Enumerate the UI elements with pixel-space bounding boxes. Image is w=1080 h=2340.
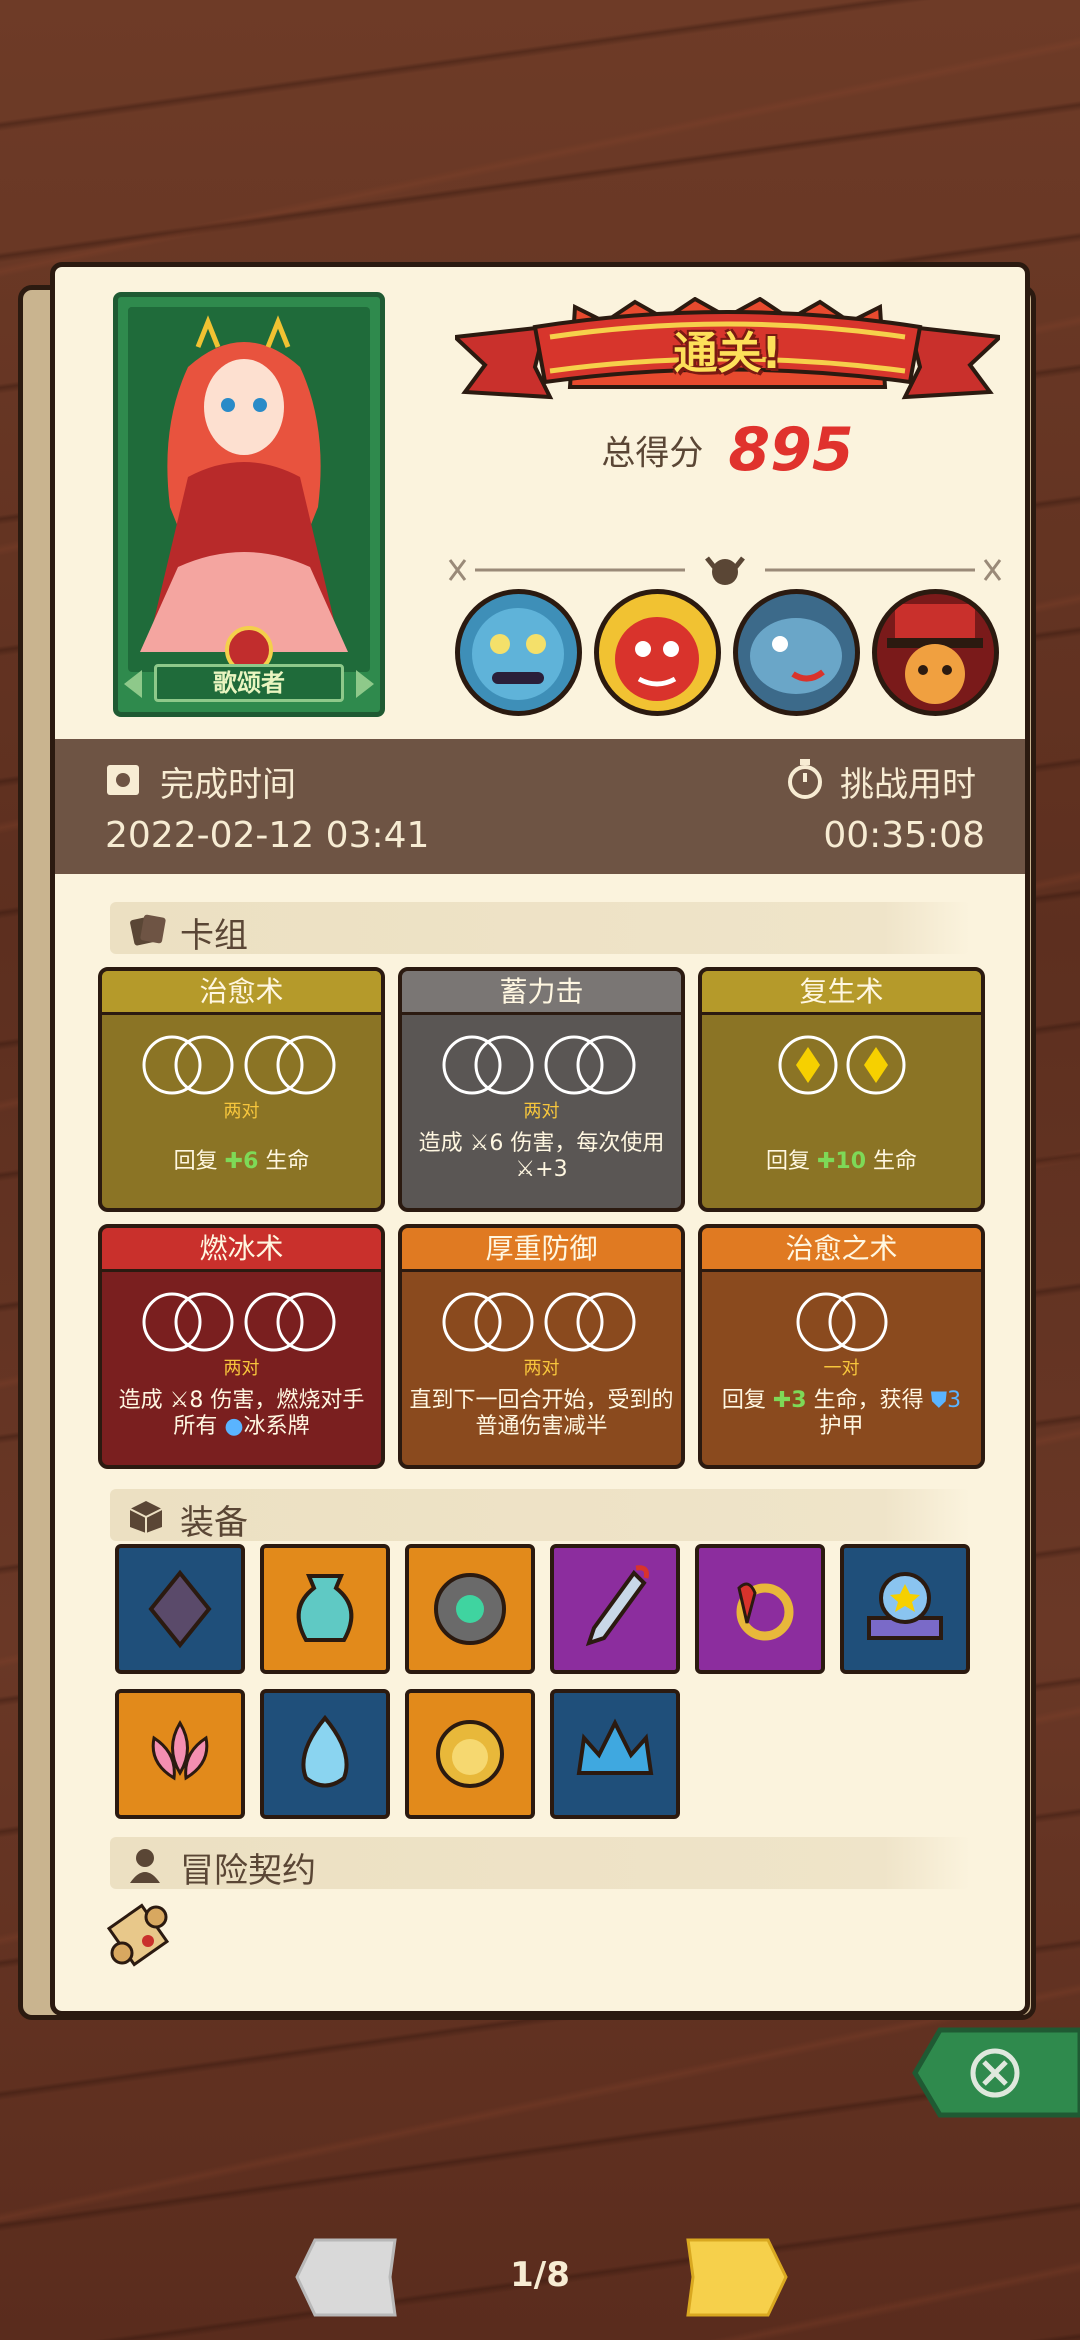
equipment-section-header: 装备 xyxy=(110,1489,970,1543)
dice-requirement: 一对 xyxy=(823,1358,860,1379)
card-description: 造成 ⚔8 伤害，燃烧对手 所有 ●冰系牌 xyxy=(118,1388,365,1439)
ruby-ring-icon[interactable] xyxy=(695,1544,825,1674)
spiked-orb-icon[interactable] xyxy=(405,1544,535,1674)
scroll-icon[interactable] xyxy=(100,1895,180,1979)
dice-slots xyxy=(402,1033,681,1097)
completion-time-label: 完成时间 xyxy=(160,765,296,805)
challenge-time-label: 挑战用时 xyxy=(840,765,976,805)
skill-card[interactable]: 治愈之术 一对 回复 ✚3 生命，获得 ⛊3 护甲 xyxy=(698,1224,985,1469)
shield-icon: ⛊3 xyxy=(930,1388,962,1413)
result-panel: 歌颂者 通关! 总得分 895 完成时间 2022-02-12 03:41 挑战… xyxy=(50,262,1030,2016)
dark-gem-icon[interactable] xyxy=(115,1544,245,1674)
dice-slots xyxy=(702,1290,981,1354)
card-title: 厚重防御 xyxy=(402,1228,681,1272)
hero-portrait xyxy=(128,307,370,672)
dice-slots xyxy=(702,1033,981,1097)
person-icon xyxy=(128,1847,162,1887)
boss-divider xyxy=(445,550,1005,590)
card-description: 回复 ✚10 生命 xyxy=(765,1149,918,1174)
red-demon-boss-icon[interactable] xyxy=(594,589,721,716)
calendar-icon xyxy=(105,761,141,801)
contract-section-header: 冒险契约 xyxy=(110,1837,970,1891)
skill-card[interactable]: 燃冰术 两对 造成 ⚔8 伤害，燃烧对手 所有 ●冰系牌 xyxy=(98,1224,385,1469)
crown-icon[interactable] xyxy=(550,1689,680,1819)
score-label: 总得分 xyxy=(601,433,704,474)
card-title: 治愈术 xyxy=(102,971,381,1015)
contract-title: 冒险契约 xyxy=(180,1851,316,1891)
deck-section-header: 卡组 xyxy=(110,902,970,956)
sword-icon: ⚔ xyxy=(515,1157,536,1182)
card-description: 直到下一回合开始，受到的 普通伤害减半 xyxy=(409,1388,674,1439)
skill-card[interactable]: 蓄力击 两对 造成 ⚔6 伤害，每次使用 ⚔+3 xyxy=(398,967,685,1212)
skill-card[interactable]: 厚重防御 两对 直到下一回合开始，受到的 普通伤害减半 xyxy=(398,1224,685,1469)
card-title: 蓄力击 xyxy=(402,971,681,1015)
deck-title: 卡组 xyxy=(180,916,248,956)
card-title: 燃冰术 xyxy=(102,1228,381,1272)
stopwatch-icon xyxy=(787,759,823,803)
lion-ring-icon[interactable] xyxy=(405,1689,535,1819)
skill-card[interactable]: 治愈术 两对 回复 ✚6 生命 xyxy=(98,967,385,1212)
lotus-icon[interactable] xyxy=(115,1689,245,1819)
hero-name: 歌颂者 xyxy=(154,664,344,702)
card-description: 造成 ⚔6 伤害，每次使用 ⚔+3 xyxy=(418,1131,665,1182)
next-page-button[interactable] xyxy=(683,2235,788,2324)
dice-slots xyxy=(102,1033,381,1097)
sword-icon: ⚔ xyxy=(169,1388,190,1413)
challenge-time-value: 00:35:08 xyxy=(823,815,985,856)
defeated-bosses xyxy=(455,589,1000,724)
dice-requirement: 两对 xyxy=(523,1101,560,1122)
equipment-title: 装备 xyxy=(180,1503,248,1543)
close-button[interactable] xyxy=(910,2025,1080,2124)
page-indicator: 1/8 xyxy=(510,2255,570,2295)
score-value: 895 xyxy=(728,415,854,485)
dagger-icon[interactable] xyxy=(550,1544,680,1674)
prev-page-button[interactable] xyxy=(295,2235,400,2324)
hero-card[interactable]: 歌颂者 xyxy=(113,292,385,717)
card-description: 回复 ✚6 生命 xyxy=(173,1149,310,1174)
blue-toad-boss-icon[interactable] xyxy=(455,589,582,716)
sword-icon: ⚔ xyxy=(469,1131,490,1156)
clear-banner-text: 通关! xyxy=(673,328,782,379)
hero-next-arrow-icon[interactable] xyxy=(356,670,374,698)
dice-slots xyxy=(102,1290,381,1354)
skill-card[interactable]: 复生术 回复 ✚10 生命 xyxy=(698,967,985,1212)
vase-icon[interactable] xyxy=(260,1544,390,1674)
time-info-bar: 完成时间 2022-02-12 03:41 挑战用时 00:35:08 xyxy=(55,739,1025,874)
red-hat-boss-icon[interactable] xyxy=(872,589,999,716)
diamond-icon[interactable] xyxy=(260,1689,390,1819)
card-title: 复生术 xyxy=(702,971,981,1015)
cards-icon xyxy=(128,912,168,950)
card-title: 治愈之术 xyxy=(702,1228,981,1272)
dice-requirement: 两对 xyxy=(523,1358,560,1379)
card-description: 回复 ✚3 生命，获得 ⛊3 护甲 xyxy=(721,1388,962,1439)
hero-prev-arrow-icon[interactable] xyxy=(124,670,142,698)
blue-fish-boss-icon[interactable] xyxy=(733,589,860,716)
star-crystal-icon[interactable] xyxy=(840,1544,970,1674)
dice-requirement: 两对 xyxy=(223,1358,260,1379)
clear-banner: 通关! xyxy=(450,296,1005,402)
dice-requirement: 两对 xyxy=(223,1101,260,1122)
ice-drop-icon: ● xyxy=(224,1414,244,1439)
box-icon xyxy=(128,1499,164,1539)
dice-slots xyxy=(402,1290,681,1354)
total-score: 总得分 895 xyxy=(455,415,1000,485)
completion-time-value: 2022-02-12 03:41 xyxy=(105,815,430,856)
